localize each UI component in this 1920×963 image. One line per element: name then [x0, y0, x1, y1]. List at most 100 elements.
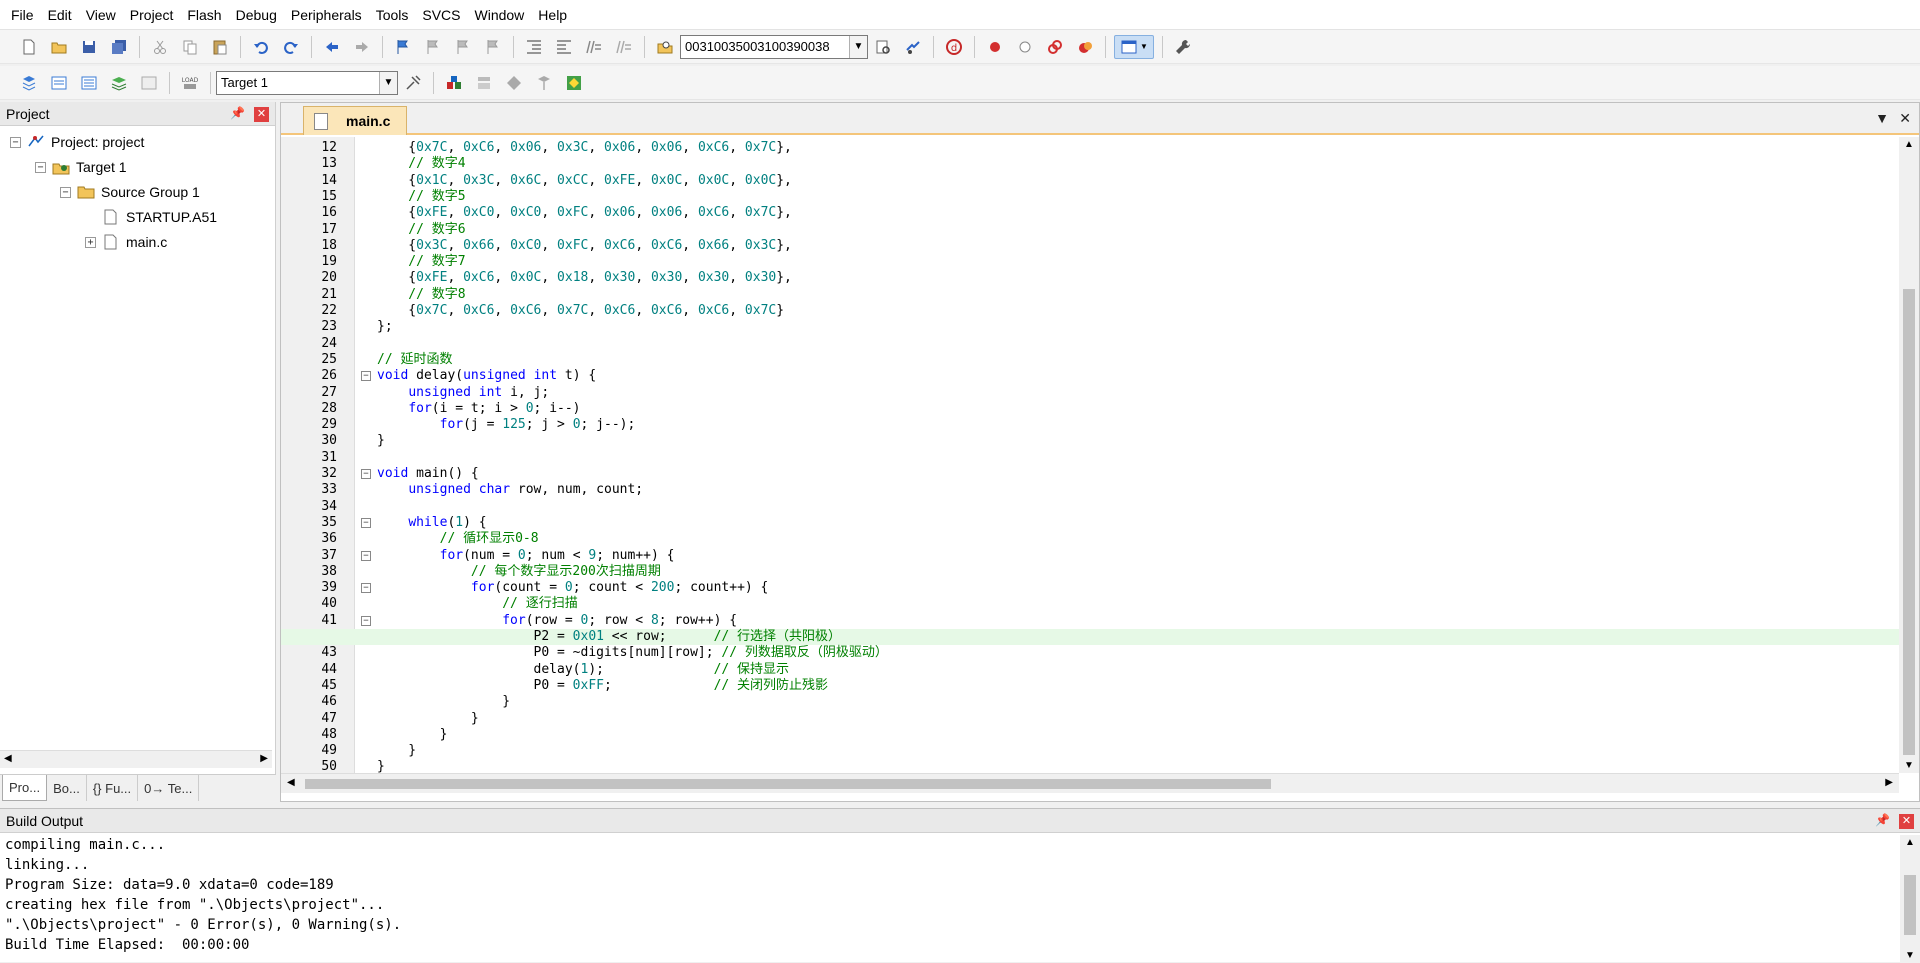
- new-file-icon[interactable]: [17, 35, 41, 59]
- stop-build-icon[interactable]: [137, 71, 161, 95]
- panel-tab[interactable]: Bo...: [47, 775, 87, 801]
- paste-icon[interactable]: [208, 35, 232, 59]
- green-diamond-icon[interactable]: [562, 71, 586, 95]
- batch-build-icon[interactable]: [107, 71, 131, 95]
- code-line[interactable]: {0xFE, 0xC6, 0x0C, 0x18, 0x30, 0x30, 0x3…: [281, 270, 1899, 286]
- pin-icon[interactable]: 📌: [230, 106, 245, 120]
- panel-tab[interactable]: 0→ Te...: [138, 775, 200, 801]
- find-in-files-icon[interactable]: [653, 35, 677, 59]
- scroll-down-icon[interactable]: ▼: [1904, 760, 1914, 771]
- scroll-left-icon[interactable]: ◀: [287, 777, 295, 788]
- menu-file[interactable]: File: [4, 0, 41, 30]
- code-line[interactable]: for(num = 0; num < 9; num++) {−: [281, 548, 1899, 564]
- tree-item[interactable]: STARTUP.A51: [85, 207, 217, 227]
- menu-tools[interactable]: Tools: [369, 0, 416, 30]
- close-icon[interactable]: ✕: [1899, 814, 1914, 829]
- code-line[interactable]: [281, 450, 1899, 466]
- code-line[interactable]: }: [281, 694, 1899, 710]
- menu-help[interactable]: Help: [531, 0, 574, 30]
- code-line[interactable]: [281, 499, 1899, 515]
- find-icon[interactable]: [871, 35, 895, 59]
- menu-debug[interactable]: Debug: [229, 0, 284, 30]
- target-options-icon[interactable]: [401, 71, 425, 95]
- code-line[interactable]: }: [281, 711, 1899, 727]
- pack-installer-icon[interactable]: [532, 71, 556, 95]
- scroll-thumb[interactable]: [1903, 289, 1915, 755]
- code-line[interactable]: // 逐行扫描: [281, 596, 1899, 612]
- code-line[interactable]: // 数字4: [281, 156, 1899, 172]
- uncomment-icon[interactable]: [612, 35, 636, 59]
- code-line[interactable]: }: [281, 743, 1899, 759]
- menu-view[interactable]: View: [79, 0, 123, 30]
- open-file-icon[interactable]: [47, 35, 71, 59]
- code-area[interactable]: {0x7C, 0xC6, 0x06, 0x3C, 0x06, 0x06, 0xC…: [281, 137, 1899, 774]
- undo-icon[interactable]: [249, 35, 273, 59]
- tab-main-c[interactable]: main.c: [303, 106, 407, 135]
- pin-icon[interactable]: 📌: [1875, 813, 1890, 827]
- bookmark-icon[interactable]: [391, 35, 415, 59]
- panel-tab[interactable]: Pro...: [2, 775, 48, 801]
- menu-svcs[interactable]: SVCS: [415, 0, 467, 30]
- tree-item[interactable]: − Source Group 1: [60, 182, 200, 202]
- fold-toggle-icon[interactable]: −: [361, 615, 371, 626]
- code-line[interactable]: for(count = 0; count < 200; count++) {−: [281, 580, 1899, 596]
- menu-window[interactable]: Window: [468, 0, 532, 30]
- code-line[interactable]: [281, 336, 1899, 352]
- collapse-icon[interactable]: −: [60, 186, 71, 198]
- horizontal-scrollbar[interactable]: ◀ ▶: [281, 773, 1899, 793]
- code-line[interactable]: {0x3C, 0x66, 0xC0, 0xFC, 0xC6, 0xC6, 0x6…: [281, 238, 1899, 254]
- clear-breakpoints-icon[interactable]: [1073, 35, 1097, 59]
- scroll-right-icon[interactable]: ▶: [260, 753, 268, 764]
- rebuild-icon[interactable]: [77, 71, 101, 95]
- code-line[interactable]: void delay(unsigned int t) {−: [281, 368, 1899, 384]
- manage-project-icon[interactable]: [442, 71, 466, 95]
- unindent-icon[interactable]: [552, 35, 576, 59]
- tree-item[interactable]: − Target 1: [35, 157, 127, 177]
- code-line[interactable]: for(j = 125; j > 0; j--);: [281, 417, 1899, 433]
- save-all-icon[interactable]: [107, 35, 131, 59]
- scroll-up-icon[interactable]: ▲: [1904, 139, 1914, 150]
- scroll-left-icon[interactable]: ◀: [4, 753, 12, 764]
- download-icon[interactable]: LOAD: [178, 71, 202, 95]
- fold-toggle-icon[interactable]: −: [361, 583, 371, 594]
- comment-icon[interactable]: [582, 35, 606, 59]
- debug-session-icon[interactable]: d: [942, 35, 966, 59]
- menu-peripherals[interactable]: Peripherals: [284, 0, 369, 30]
- prev-bookmark-icon[interactable]: [421, 35, 445, 59]
- scroll-up-icon[interactable]: ▲: [1905, 837, 1915, 848]
- cut-icon[interactable]: [148, 35, 172, 59]
- menu-flash[interactable]: Flash: [180, 0, 228, 30]
- replace-icon[interactable]: [901, 35, 925, 59]
- code-line[interactable]: {0x7C, 0xC6, 0xC6, 0x7C, 0xC6, 0xC6, 0xC…: [281, 303, 1899, 319]
- code-line[interactable]: P0 = 0xFF; // 关闭列防止残影: [281, 678, 1899, 694]
- target-combo[interactable]: Target 1 ▼: [216, 70, 398, 95]
- code-line[interactable]: // 循环显示0-8: [281, 531, 1899, 547]
- code-line[interactable]: }: [281, 433, 1899, 449]
- code-line[interactable]: // 数字8: [281, 287, 1899, 303]
- redo-icon[interactable]: [279, 35, 303, 59]
- indent-icon[interactable]: [522, 35, 546, 59]
- select-packs-icon[interactable]: [472, 71, 496, 95]
- fold-toggle-icon[interactable]: −: [361, 371, 371, 382]
- build-icon[interactable]: [47, 71, 71, 95]
- collapse-icon[interactable]: −: [35, 161, 46, 173]
- code-line[interactable]: // 每个数字显示200次扫描周期: [281, 564, 1899, 580]
- code-line[interactable]: P0 = ~digits[num][row]; // 列数据取反（阴极驱动）: [281, 645, 1899, 661]
- clear-bookmarks-icon[interactable]: [481, 35, 505, 59]
- breakpoint-icon[interactable]: [983, 35, 1007, 59]
- scroll-down-icon[interactable]: ▼: [1905, 950, 1915, 961]
- horizontal-scrollbar[interactable]: ◀ ▶: [0, 750, 272, 768]
- panel-tab[interactable]: {} Fu...: [87, 775, 139, 801]
- disable-breakpoint-icon[interactable]: [1013, 35, 1037, 59]
- scroll-thumb[interactable]: [305, 779, 1271, 789]
- fold-toggle-icon[interactable]: −: [361, 550, 371, 561]
- code-line[interactable]: delay(1); // 保持显示: [281, 662, 1899, 678]
- vertical-scrollbar[interactable]: ▲ ▼: [1900, 835, 1920, 963]
- save-icon[interactable]: [77, 35, 101, 59]
- code-line[interactable]: {0xFE, 0xC0, 0xC0, 0xFC, 0x06, 0x06, 0xC…: [281, 205, 1899, 221]
- nav-back-icon[interactable]: [320, 35, 344, 59]
- vertical-scrollbar[interactable]: ▲ ▼: [1899, 137, 1919, 773]
- close-tab-icon[interactable]: ✕: [1899, 110, 1911, 127]
- tree-item[interactable]: − Project: project: [10, 132, 144, 152]
- code-line[interactable]: // 数字5: [281, 189, 1899, 205]
